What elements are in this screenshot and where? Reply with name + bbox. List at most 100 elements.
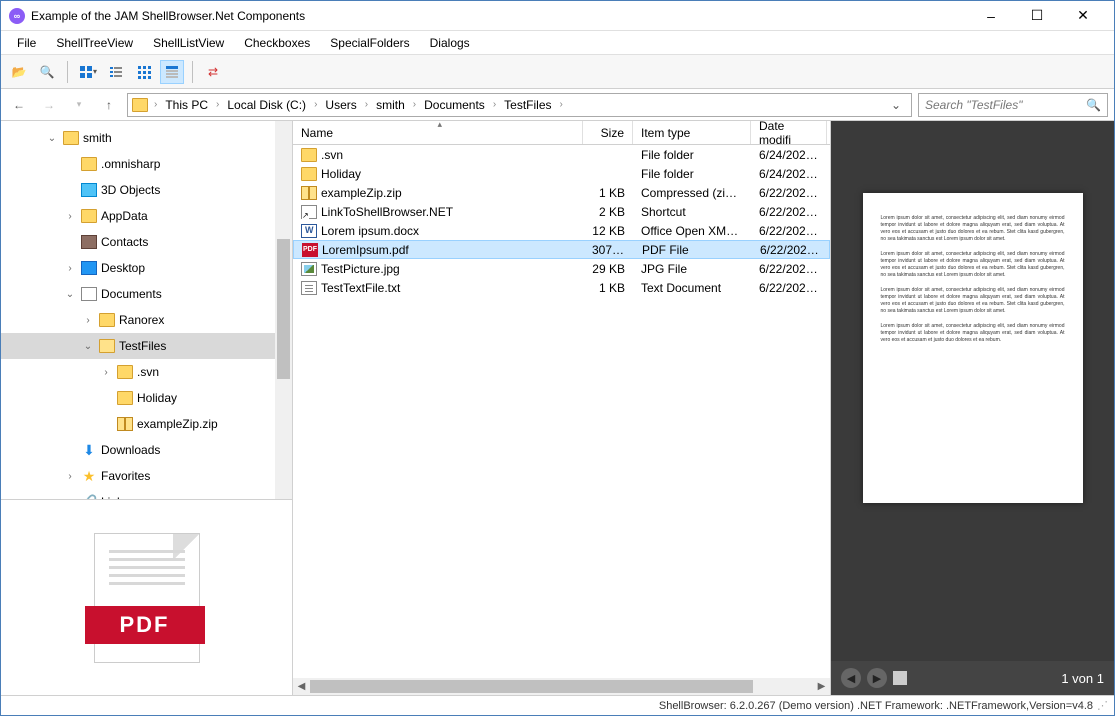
menu-checkboxes[interactable]: Checkboxes	[236, 33, 318, 53]
close-button[interactable]: ✕	[1060, 1, 1106, 31]
file-date: 6/22/2020 5	[751, 224, 827, 238]
breadcrumb[interactable]: › This PC›Local Disk (C:)›Users›smith›Do…	[127, 93, 912, 117]
chevron-icon[interactable]: ›	[491, 99, 498, 110]
crumb-1[interactable]: Local Disk (C:)	[221, 94, 312, 116]
file-row[interactable]: LinkToShellBrowser.NET2 KBShortcut6/22/2…	[293, 202, 830, 221]
view-list-button[interactable]	[104, 60, 128, 84]
folder-icon	[117, 365, 133, 379]
folder-icon	[301, 148, 317, 162]
tree-item-downloads[interactable]: ⬇Downloads	[1, 437, 292, 463]
scrollbar-thumb[interactable]	[310, 680, 753, 693]
folder-tree[interactable]: ⌄smith.omnisharp3D Objects›AppDataContac…	[1, 121, 292, 500]
tree-item-label: Ranorex	[119, 313, 164, 327]
user-icon	[63, 131, 79, 145]
file-row[interactable]: HolidayFile folder6/24/2020 1	[293, 164, 830, 183]
tree-item-appdata[interactable]: ›AppData	[1, 203, 292, 229]
scroll-left[interactable]: ◀	[293, 678, 310, 695]
scrollbar-thumb[interactable]	[277, 239, 290, 379]
zip-icon	[117, 417, 133, 431]
back-button[interactable]: ←	[7, 93, 31, 117]
up-button[interactable]: ↑	[97, 93, 121, 117]
expand-icon[interactable]: ⌄	[63, 289, 77, 300]
minimize-button[interactable]: –	[968, 1, 1014, 31]
view-small-icons-button[interactable]	[132, 60, 156, 84]
crumb-4[interactable]: Documents	[418, 94, 491, 116]
search-button[interactable]: 🔍	[35, 60, 59, 84]
file-row[interactable]: exampleZip.zip1 KBCompressed (zipp...6/2…	[293, 183, 830, 202]
view-details-button[interactable]	[160, 60, 184, 84]
menu-file[interactable]: File	[9, 33, 44, 53]
file-row[interactable]: PDFLoremIpsum.pdf307 KBPDF File6/22/2020…	[293, 240, 830, 259]
expand-icon[interactable]: ›	[63, 211, 77, 222]
maximize-button[interactable]: ☐	[1014, 1, 1060, 31]
expand-icon[interactable]: ⌄	[45, 133, 59, 144]
tree-item-documents[interactable]: ⌄Documents	[1, 281, 292, 307]
tree-item-desktop[interactable]: ›Desktop	[1, 255, 292, 281]
menu-shelltreeview[interactable]: ShellTreeView	[48, 33, 141, 53]
chevron-icon[interactable]: ›	[363, 99, 370, 110]
file-type: Text Document	[633, 281, 751, 295]
file-row[interactable]: .svnFile folder6/24/2020 1	[293, 145, 830, 164]
open-folder-button[interactable]: 📂	[7, 60, 31, 84]
next-page-button[interactable]: ▶	[867, 668, 887, 688]
tree-item-3d-objects[interactable]: 3D Objects	[1, 177, 292, 203]
chevron-icon[interactable]: ›	[558, 99, 565, 110]
crumb-2[interactable]: Users	[319, 94, 362, 116]
history-dropdown[interactable]: ▾	[67, 93, 91, 117]
tree-item-label: Holiday	[137, 391, 177, 405]
file-row[interactable]: TestPicture.jpg29 KBJPG File6/22/2020 5	[293, 259, 830, 278]
crumb-5[interactable]: TestFiles	[498, 94, 557, 116]
fit-page-button[interactable]	[893, 671, 907, 685]
tree-item--svn[interactable]: ›.svn	[1, 359, 292, 385]
file-list[interactable]: .svnFile folder6/24/2020 1HolidayFile fo…	[293, 145, 830, 678]
file-size: 29 KB	[583, 262, 633, 276]
chevron-icon[interactable]: ›	[411, 99, 418, 110]
column-date[interactable]: Date modifi	[751, 121, 827, 144]
chevron-icon[interactable]: ›	[312, 99, 319, 110]
horizontal-scrollbar[interactable]: ◀ ▶	[293, 678, 830, 695]
expand-icon[interactable]: ⌄	[81, 341, 95, 352]
column-name[interactable]: Name▴	[293, 121, 583, 144]
tree-scrollbar[interactable]	[275, 121, 292, 499]
filter-button[interactable]: ⇄	[201, 60, 225, 84]
file-type: JPG File	[633, 262, 751, 276]
chevron-icon[interactable]: ›	[152, 99, 159, 110]
tree-item--omnisharp[interactable]: .omnisharp	[1, 151, 292, 177]
menu-shelllistview[interactable]: ShellListView	[145, 33, 232, 53]
tree-item-contacts[interactable]: Contacts	[1, 229, 292, 255]
expand-icon[interactable]: ›	[63, 471, 77, 482]
forward-button[interactable]: →	[37, 93, 61, 117]
view-large-icons-button[interactable]: ▾	[76, 60, 100, 84]
menu-specialfolders[interactable]: SpecialFolders	[322, 33, 417, 53]
tree-item-examplezip-zip[interactable]: exampleZip.zip	[1, 411, 292, 437]
crumb-3[interactable]: smith	[370, 94, 411, 116]
breadcrumb-dropdown[interactable]: ⌄	[885, 98, 907, 112]
file-type: File folder	[633, 167, 751, 181]
expand-icon[interactable]: ›	[63, 263, 77, 274]
tree-item-testfiles[interactable]: ⌄TestFiles	[1, 333, 292, 359]
tree-item-smith[interactable]: ⌄smith	[1, 125, 292, 151]
file-row[interactable]: Lorem ipsum.docx12 KBOffice Open XML ...…	[293, 221, 830, 240]
resize-grip[interactable]: ⋰	[1097, 699, 1106, 712]
pdf-badge: PDF	[85, 606, 205, 644]
prev-page-button[interactable]: ◀	[841, 668, 861, 688]
column-type[interactable]: Item type	[633, 121, 751, 144]
file-date: 6/22/2020 5	[751, 262, 827, 276]
column-size[interactable]: Size	[583, 121, 633, 144]
chevron-icon[interactable]: ›	[214, 99, 221, 110]
contacts-icon	[81, 235, 97, 249]
tree-item-ranorex[interactable]: › Ranorex	[1, 307, 292, 333]
file-date: 6/22/2020 5	[751, 281, 827, 295]
scroll-right[interactable]: ▶	[813, 678, 830, 695]
expand-icon[interactable]: ›	[81, 315, 95, 326]
file-row[interactable]: TestTextFile.txt1 KBText Document6/22/20…	[293, 278, 830, 297]
menu-dialogs[interactable]: Dialogs	[422, 33, 478, 53]
tree-item-favorites[interactable]: ›★Favorites	[1, 463, 292, 489]
expand-icon[interactable]: ›	[99, 367, 113, 378]
shortcut-icon	[301, 205, 317, 219]
crumb-0[interactable]: This PC	[159, 94, 214, 116]
tree-item-links[interactable]: 🔗Links	[1, 489, 292, 500]
tree-item-holiday[interactable]: Holiday	[1, 385, 292, 411]
search-input[interactable]: Search "TestFiles" 🔍	[918, 93, 1108, 117]
file-date: 6/22/2020 5	[752, 243, 828, 257]
